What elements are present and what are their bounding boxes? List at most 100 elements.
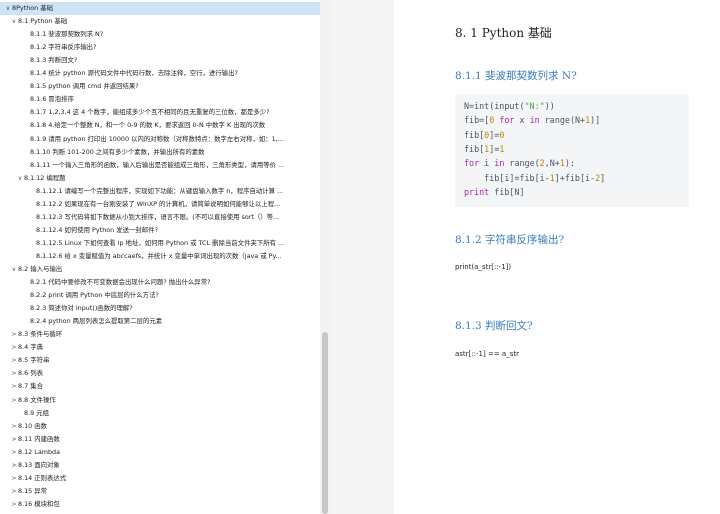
outline-item[interactable]: ∨ 8Python 基础 bbox=[0, 2, 324, 15]
outline-item-label: 8.6 列表 bbox=[18, 369, 43, 378]
code-token: fib[ bbox=[464, 129, 485, 140]
outline-item-label: 8.13 面向对象 bbox=[18, 460, 60, 469]
outline-item[interactable]: >8.8 文件操作 bbox=[0, 394, 330, 407]
outline-item[interactable]: ∨ 8.1 Python 基础 bbox=[0, 15, 330, 28]
code-line: N=int(input("N:")) bbox=[464, 101, 555, 111]
outline-item-label: 8.5 字符串 bbox=[18, 356, 50, 365]
outline-item-label: 8.2.2 print 调用 Python 中底层的什么方法? bbox=[30, 291, 159, 300]
chevron-right-icon[interactable]: > bbox=[10, 420, 18, 433]
outline-item-label: 8.15 异常 bbox=[18, 486, 48, 495]
outline-item[interactable]: >8.14 正则表达式 bbox=[0, 472, 330, 485]
outline-item-label: 8.2.4 python 两层列表怎么提取第二层的元素 bbox=[30, 317, 163, 326]
outline-item[interactable]: >8.3 条件与循环 bbox=[0, 328, 330, 341]
outline-item-label: 8.14 正则表达式 bbox=[18, 473, 67, 482]
code-token: for bbox=[499, 115, 515, 126]
outline-item[interactable]: 8.1.8 4.给定一个整数 N，和一个 0-9 的数 K，要求返回 0-N 中… bbox=[0, 119, 330, 132]
outline-item[interactable]: 8.2.4 python 两层列表怎么提取第二层的元素 bbox=[0, 315, 330, 328]
outline-item[interactable]: >8.6 列表 bbox=[0, 367, 330, 380]
outline-item[interactable]: 8.1.3 判断回文? bbox=[0, 54, 330, 67]
code-token: print bbox=[464, 186, 490, 197]
chevron-right-icon[interactable]: > bbox=[10, 394, 18, 407]
outline-item[interactable]: >8.13 面向对象 bbox=[0, 459, 330, 472]
chevron-right-icon[interactable]: > bbox=[10, 328, 18, 341]
outline-item[interactable]: 8.1.6 冒泡排序 bbox=[0, 93, 330, 106]
code-line: print fib[N] bbox=[464, 187, 525, 197]
code-line: fib[i]=fib[i-1]+fib[i-2] bbox=[464, 173, 605, 183]
outline-item[interactable]: 8.1.1 斐波那契数列求 N? bbox=[0, 28, 330, 41]
chevron-down-icon[interactable]: ∨ bbox=[4, 2, 12, 15]
code-line: fib=[0 for x in range(N+1)] bbox=[464, 115, 600, 125]
outline-item[interactable]: >8.10 函数 bbox=[0, 420, 330, 433]
outline-item[interactable]: 8.1.12.2 如果现在有一台刚安装了 WinXP 的计算机，请简单说明如何能… bbox=[0, 198, 330, 211]
outline-item-label: 8.1.12.4 如何使用 Python 发送一封邮件? bbox=[36, 225, 158, 234]
outline-item[interactable]: 8.1.5 python 调用 cmd 并返回结果? bbox=[0, 80, 330, 93]
code-token: range( bbox=[504, 158, 540, 169]
outline-item[interactable]: 8.1.11 一个输入三角形的函数，输入后输出是否能组成三角形，三角形类型，请用… bbox=[0, 159, 330, 172]
outline-item[interactable]: >8.15 异常 bbox=[0, 485, 330, 498]
outline-item[interactable]: >8.16 模块和包 bbox=[0, 498, 330, 511]
page-gap bbox=[330, 0, 394, 514]
chevron-right-icon[interactable]: > bbox=[10, 367, 18, 380]
outline-item-label: 8.8 文件操作 bbox=[18, 395, 56, 404]
code-token: ]= bbox=[489, 129, 500, 140]
chevron-down-icon[interactable]: ∨ bbox=[16, 172, 24, 185]
outline-item[interactable]: 8.1.12.5 Linux 下如何查看 ip 地址，如何用 Python 或 … bbox=[0, 237, 330, 250]
code-token: ): bbox=[564, 158, 575, 169]
chevron-right-icon[interactable]: > bbox=[10, 459, 18, 472]
code-line: fib[1]=1 bbox=[464, 144, 504, 154]
outline-item-label: 8.1 Python 基础 bbox=[18, 17, 68, 26]
outline-item-label: 8.1.12.2 如果现在有一台刚安装了 WinXP 的计算机，请简单说明如何能… bbox=[36, 199, 281, 208]
outline-item[interactable]: 8.2.2 print 调用 Python 中底层的什么方法? bbox=[0, 289, 330, 302]
outline-item-label: 8.1.5 python 调用 cmd 并返回结果? bbox=[30, 82, 139, 91]
chevron-right-icon[interactable]: > bbox=[10, 354, 18, 367]
code-text-reverse: print(a_str[::-1]) bbox=[455, 263, 512, 271]
chevron-right-icon[interactable]: > bbox=[10, 380, 18, 393]
outline-item[interactable]: ∨ 8.1.12 编程题 bbox=[0, 172, 330, 185]
sidebar-scrollbar-thumb[interactable] bbox=[322, 332, 328, 514]
outline-item[interactable]: 8.1.12.3 写代码将如下数据从小到大排序，语言不限。(不可以直接使用 so… bbox=[0, 211, 330, 224]
code-block: N=int(input("N:")) fib=[0 for x in range(… bbox=[455, 94, 689, 207]
chevron-right-icon[interactable]: > bbox=[10, 433, 18, 446]
outline-item-label: 8.1.7 1,2,3,4 这 4 个数字，能组成多少个互不相同的且无重复的三位… bbox=[30, 108, 270, 117]
code-token: "N:" bbox=[524, 101, 545, 111]
outline-item[interactable]: >8.4 字典 bbox=[0, 341, 330, 354]
code-token: range(N+ bbox=[539, 115, 586, 126]
outline-item[interactable]: 8.1.9 请用 python 打印出 10000 以内的对称数（对称数特点：数… bbox=[0, 133, 330, 146]
outline-item[interactable]: 8.9 元组 bbox=[0, 407, 330, 420]
outline-item[interactable]: 8.2.1 代码中要修改不可变数据会出现什么问题? 抛出什么异常? bbox=[0, 276, 330, 289]
outline-item[interactable]: >8.11 内建函数 bbox=[0, 433, 330, 446]
chevron-down-icon[interactable]: ∨ bbox=[10, 263, 18, 276]
outline-item[interactable]: 8.1.12.4 如何使用 Python 发送一封邮件? bbox=[0, 224, 330, 237]
outline-item-label: 8.1.12.3 写代码将如下数据从小到大排序，语言不限。(不可以直接使用 so… bbox=[36, 212, 280, 221]
code-token: x bbox=[514, 115, 530, 126]
chevron-right-icon[interactable]: > bbox=[10, 498, 18, 511]
outline-item[interactable]: >8.7 集合 bbox=[0, 380, 330, 393]
outline-item[interactable]: 8.1.10 判断 101-200 之间有多少个素数，并输出所有的素数 bbox=[0, 146, 330, 159]
section-heading-8-1-3: 8.1.3 判断回文? bbox=[455, 320, 533, 332]
outline-item[interactable]: >8.12 Lambda bbox=[0, 446, 330, 459]
outline-item-label: 8.2.1 代码中要修改不可变数据会出现什么问题? 抛出什么异常? bbox=[30, 278, 211, 287]
outline-item[interactable]: ∨ 8.2 输入与输出 bbox=[0, 263, 330, 276]
chevron-right-icon[interactable]: > bbox=[10, 446, 18, 459]
document-page: 8. 1 Python 基础 8.1.1 斐波那契数列求 N? N=int(in… bbox=[394, 0, 720, 514]
outline-item-label: 8.16 模块和包 bbox=[18, 499, 60, 508]
outline-item-label: 8.1.12 编程题 bbox=[24, 173, 66, 182]
outline-item[interactable]: 8.1.12.6 给 x 变量赋值为 abccaefs，并统计 x 变量中单词出… bbox=[0, 250, 330, 263]
chevron-right-icon[interactable]: > bbox=[10, 341, 18, 354]
outline-item-label: 8.2 输入与输出 bbox=[18, 265, 63, 273]
outline-item[interactable]: 8.2.3 简述你对 input()函数的理解? bbox=[0, 302, 330, 315]
chevron-right-icon[interactable]: > bbox=[10, 472, 18, 485]
outline-item[interactable]: 8.1.7 1,2,3,4 这 4 个数字，能组成多少个互不相同的且无重复的三位… bbox=[0, 106, 330, 119]
outline-item-label: 8.1.9 请用 python 打印出 10000 以内的对称数（对称数特点：数… bbox=[30, 134, 284, 143]
outline-item-label: 8.9 元组 bbox=[24, 408, 49, 417]
outline-item[interactable]: 8.1.4 统计 python 源代码文件中代码行数，去除注释，空行，进行输出? bbox=[0, 67, 330, 80]
chevron-right-icon[interactable]: > bbox=[10, 485, 18, 498]
outline-item[interactable]: 8.1.2 字符串反序输出? bbox=[0, 41, 330, 54]
code-token: in bbox=[494, 158, 505, 169]
outline-item-label: 8.12 Lambda bbox=[18, 447, 60, 456]
outline-item[interactable]: >8.5 字符串 bbox=[0, 354, 330, 367]
outline-item[interactable]: 8.1.12.1 请编写一个完整出程序，实现如下功能：从键盘输入数字 n，程序自… bbox=[0, 185, 330, 198]
outline-item-label: 8Python 基础 bbox=[12, 4, 54, 12]
chevron-down-icon[interactable]: ∨ bbox=[10, 15, 18, 28]
code-token: fib=[ bbox=[464, 115, 490, 126]
